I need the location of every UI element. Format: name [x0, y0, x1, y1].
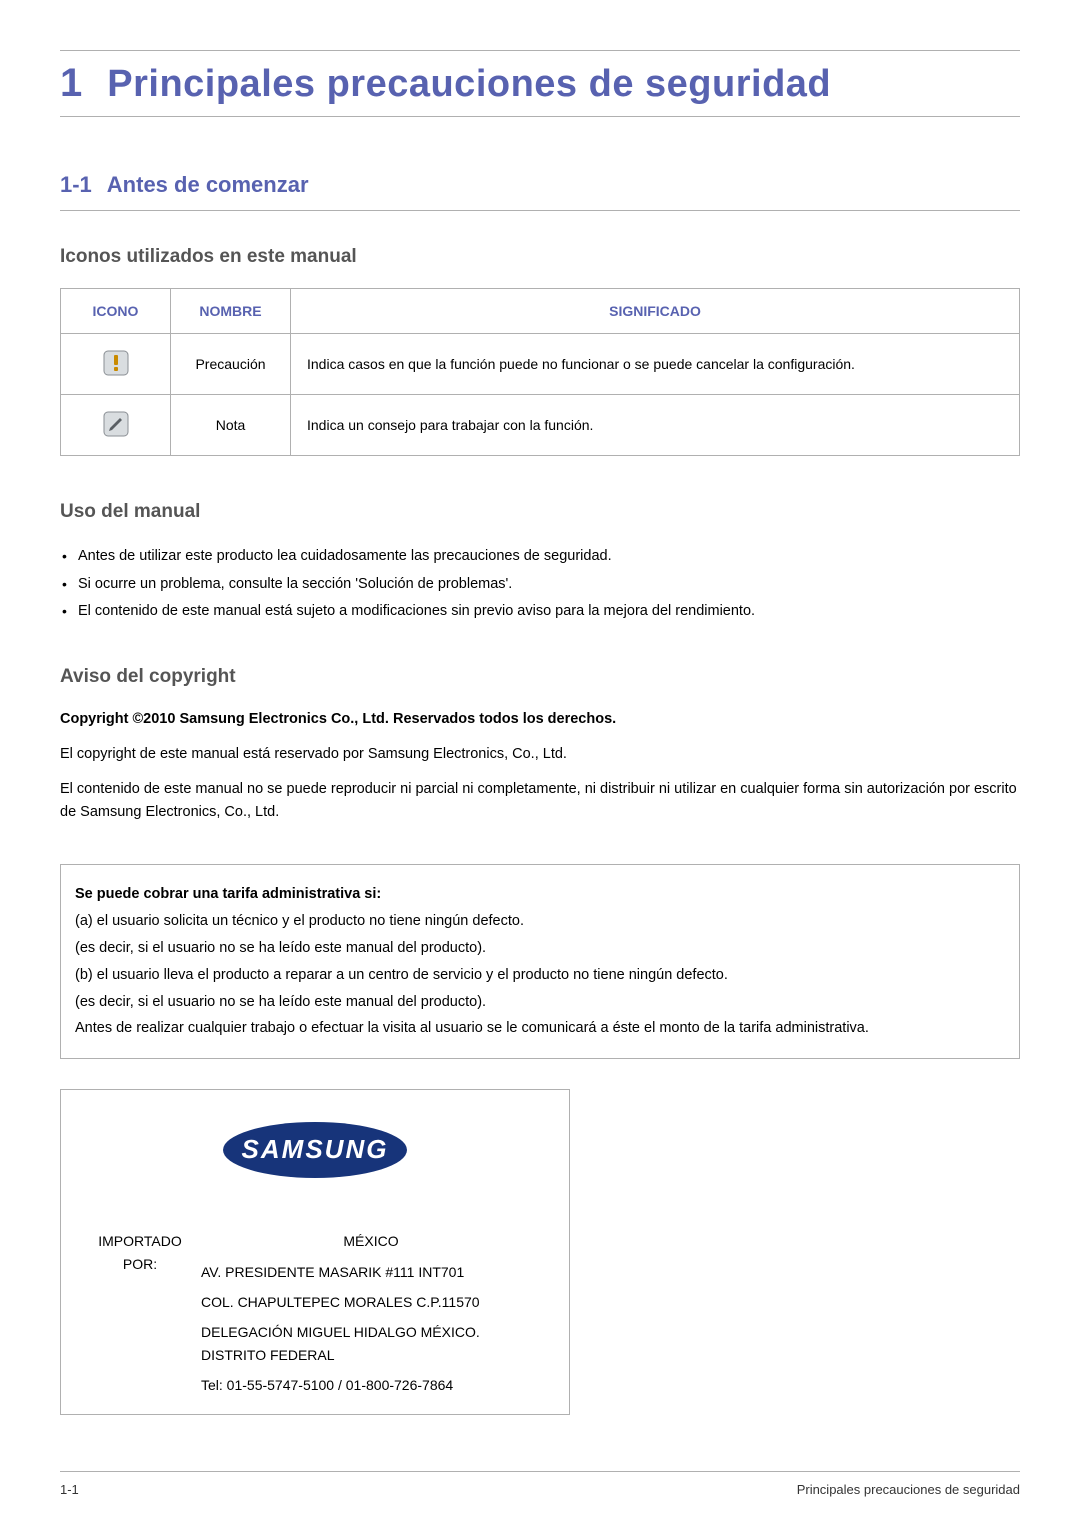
list-item: Si ocurre un problema, consulte la secci… — [78, 571, 1020, 599]
icons-table: ICONO NOMBRE SIGNIFICADO Precaución Indi… — [60, 288, 1020, 456]
fee-line: (es decir, si el usuario no se ha leído … — [75, 935, 1005, 962]
fee-line: Antes de realizar cualquier trabajo o ef… — [75, 1015, 1005, 1042]
table-row: Nota Indica un consejo para trabajar con… — [61, 395, 1020, 456]
fee-line: (b) el usuario lleva el producto a repar… — [75, 962, 1005, 989]
import-country: MÉXICO — [197, 1227, 545, 1255]
footer-left: 1-1 — [60, 1482, 79, 1497]
copyright-heading: Aviso del copyright — [60, 666, 1020, 688]
row-name: Nota — [171, 395, 291, 456]
section-number: 1-1 — [60, 172, 92, 198]
import-table: IMPORTADO POR: MÉXICO AV. PRESIDENTE MAS… — [83, 1225, 547, 1401]
copyright-line: El copyright de este manual está reserva… — [60, 743, 1020, 766]
note-icon — [101, 409, 131, 439]
import-label: IMPORTADO POR: — [85, 1227, 195, 1286]
footer-right: Principales precauciones de seguridad — [797, 1482, 1020, 1497]
copyright-line: El contenido de este manual no se puede … — [60, 778, 1020, 824]
section-title: Antes de comenzar — [107, 172, 309, 198]
col-nombre: NOMBRE — [171, 289, 291, 334]
section-header: 1-1 Antes de comenzar — [60, 172, 1020, 211]
import-addr: AV. PRESIDENTE MASARIK #111 INT701 — [197, 1258, 545, 1286]
page-footer: 1-1 Principales precauciones de segurida… — [60, 1471, 1020, 1497]
caution-icon — [101, 348, 131, 378]
usage-heading: Uso del manual — [60, 501, 1020, 523]
list-item: El contenido de este manual está sujeto … — [78, 598, 1020, 626]
row-name: Precaución — [171, 334, 291, 395]
fee-line: (a) el usuario solicita un técnico y el … — [75, 908, 1005, 935]
fee-line: (es decir, si el usuario no se ha leído … — [75, 989, 1005, 1016]
usage-list: Antes de utilizar este producto lea cuid… — [60, 543, 1020, 626]
row-meaning: Indica un consejo para trabajar con la f… — [291, 395, 1020, 456]
import-box: SAMSUNG IMPORTADO POR: MÉXICO AV. PRESID… — [60, 1089, 570, 1414]
admin-fee-box: Se puede cobrar una tarifa administrativ… — [60, 864, 1020, 1059]
chapter-title: Principales precauciones de seguridad — [107, 63, 831, 106]
import-addr: DELEGACIÓN MIGUEL HIDALGO MÉXICO. DISTRI… — [197, 1318, 545, 1369]
copyright-line: Copyright ©2010 Samsung Electronics Co.,… — [60, 708, 1020, 731]
row-meaning: Indica casos en que la función puede no … — [291, 334, 1020, 395]
samsung-logo: SAMSUNG — [83, 1120, 547, 1185]
chapter-number: 1 — [60, 61, 82, 106]
chapter-header: 1 Principales precauciones de seguridad — [60, 50, 1020, 117]
svg-text:SAMSUNG: SAMSUNG — [242, 1134, 389, 1164]
list-item: Antes de utilizar este producto lea cuid… — [78, 543, 1020, 571]
col-significado: SIGNIFICADO — [291, 289, 1020, 334]
fee-title: Se puede cobrar una tarifa administrativ… — [75, 881, 1005, 908]
import-addr: COL. CHAPULTEPEC MORALES C.P.11570 — [197, 1288, 545, 1316]
import-tel: Tel: 01-55-5747-5100 / 01-800-726-7864 — [197, 1371, 545, 1399]
icons-heading: Iconos utilizados en este manual — [60, 246, 1020, 268]
col-icono: ICONO — [61, 289, 171, 334]
table-row: Precaución Indica casos en que la funció… — [61, 334, 1020, 395]
